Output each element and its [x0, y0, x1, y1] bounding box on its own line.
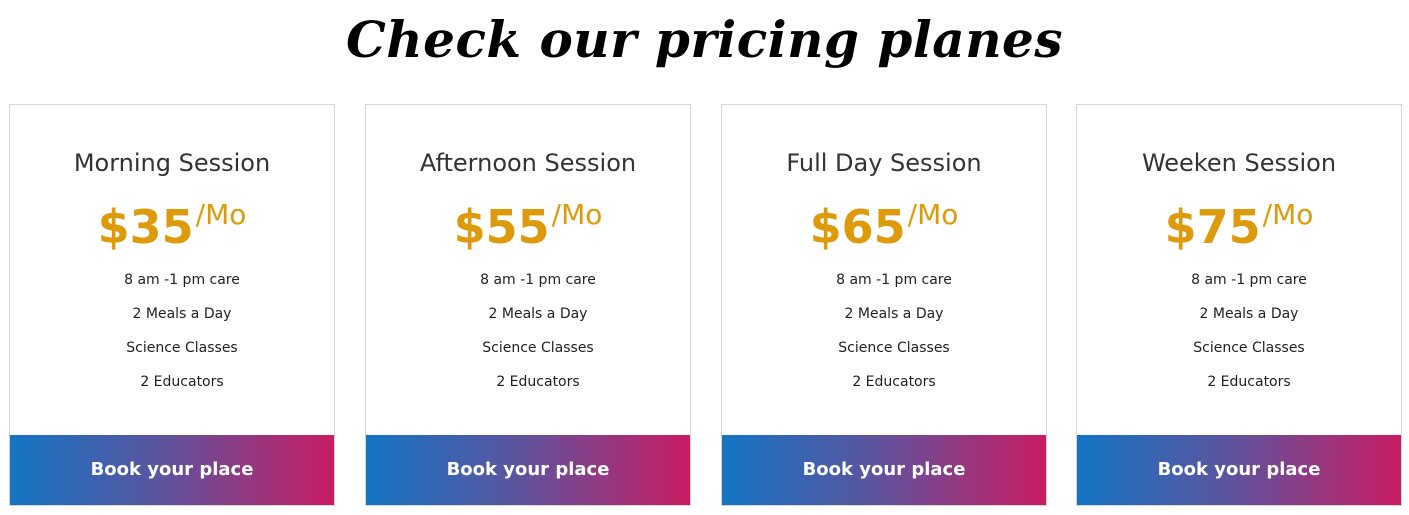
- pricing-cards: Morning Session $35/Mo 8 am -1 pm care 2…: [9, 104, 1402, 506]
- price-amount: $65: [809, 200, 906, 254]
- book-your-place-button[interactable]: Book your place: [722, 435, 1046, 505]
- price-period: /Mo: [551, 198, 603, 231]
- feature-list: 8 am -1 pm care 2 Meals a Day Science Cl…: [1077, 263, 1409, 399]
- plan-title: Afternoon Session: [419, 149, 637, 177]
- feature-list: 8 am -1 pm care 2 Meals a Day Science Cl…: [10, 263, 354, 399]
- pricing-card-full-day: Full Day Session $65/Mo 8 am -1 pm care …: [721, 104, 1047, 506]
- feature-item: 8 am -1 pm care: [124, 272, 240, 288]
- feature-item: 2 Meals a Day: [132, 306, 232, 322]
- feature-item: 8 am -1 pm care: [836, 272, 952, 288]
- price-period: /Mo: [195, 198, 247, 231]
- price-amount: $35: [97, 200, 194, 254]
- price-amount: $75: [1164, 200, 1261, 254]
- feature-item: 8 am -1 pm care: [1191, 272, 1307, 288]
- price-amount: $55: [453, 200, 550, 254]
- book-your-place-button[interactable]: Book your place: [366, 435, 690, 505]
- plan-price: $55/Mo: [366, 197, 690, 257]
- feature-item: 2 Educators: [852, 374, 936, 390]
- pricing-section: Check our pricing planes Morning Session…: [0, 0, 1409, 515]
- feature-item: Science Classes: [838, 340, 950, 356]
- feature-item: 2 Educators: [1207, 374, 1291, 390]
- feature-item: 2 Meals a Day: [1199, 306, 1299, 322]
- section-heading: Check our pricing planes: [345, 10, 1064, 69]
- plan-price: $75/Mo: [1077, 197, 1401, 257]
- pricing-card-afternoon: Afternoon Session $55/Mo 8 am -1 pm care…: [365, 104, 691, 506]
- plan-title: Weeken Session: [1141, 149, 1337, 177]
- plan-title: Morning Session: [73, 149, 271, 177]
- book-your-place-button[interactable]: Book your place: [10, 435, 334, 505]
- plan-price: $35/Mo: [10, 197, 334, 257]
- feature-item: 2 Educators: [496, 374, 580, 390]
- feature-item: Science Classes: [126, 340, 238, 356]
- feature-item: 2 Educators: [140, 374, 224, 390]
- feature-item: Science Classes: [482, 340, 594, 356]
- price-period: /Mo: [907, 198, 959, 231]
- feature-list: 8 am -1 pm care 2 Meals a Day Science Cl…: [722, 263, 1066, 399]
- plan-price: $65/Mo: [722, 197, 1046, 257]
- book-your-place-button[interactable]: Book your place: [1077, 435, 1401, 505]
- pricing-card-morning: Morning Session $35/Mo 8 am -1 pm care 2…: [9, 104, 335, 506]
- feature-list: 8 am -1 pm care 2 Meals a Day Science Cl…: [366, 263, 710, 399]
- price-period: /Mo: [1262, 198, 1314, 231]
- feature-item: 2 Meals a Day: [844, 306, 944, 322]
- pricing-card-weekend: Weeken Session $75/Mo 8 am -1 pm care 2 …: [1076, 104, 1402, 506]
- feature-item: 8 am -1 pm care: [480, 272, 596, 288]
- feature-item: 2 Meals a Day: [488, 306, 588, 322]
- feature-item: Science Classes: [1193, 340, 1305, 356]
- plan-title: Full Day Session: [786, 149, 982, 177]
